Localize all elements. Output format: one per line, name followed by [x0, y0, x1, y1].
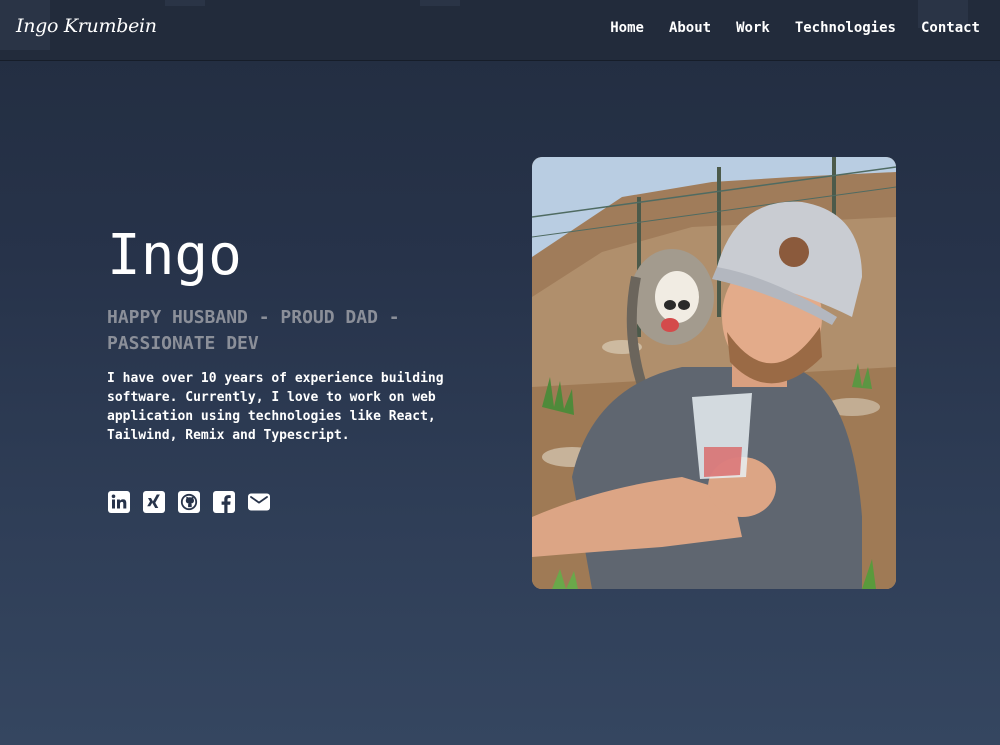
main-nav: Home About Work Technologies Contact — [610, 20, 980, 36]
header-decoration — [420, 0, 460, 6]
profile-photo — [532, 157, 896, 589]
mail-icon[interactable] — [247, 490, 271, 514]
hero-bio: I have over 10 years of experience build… — [107, 371, 444, 443]
social-links — [107, 490, 271, 514]
xing-icon[interactable] — [142, 490, 166, 514]
brand-logo[interactable]: Ingo Krumbein — [16, 15, 157, 37]
hero-tagline: HAPPY HUSBAND - PROUD DAD - PASSIONATE D… — [107, 307, 400, 354]
nav-work[interactable]: Work — [736, 20, 770, 36]
nav-about[interactable]: About — [669, 20, 711, 36]
site-header: Ingo Krumbein Home About Work Technologi… — [0, 0, 1000, 61]
header-decoration — [165, 0, 205, 6]
linkedin-icon[interactable] — [107, 490, 131, 514]
nav-technologies[interactable]: Technologies — [795, 20, 896, 36]
github-icon[interactable] — [177, 490, 201, 514]
nav-home[interactable]: Home — [610, 20, 644, 36]
nav-contact[interactable]: Contact — [921, 20, 980, 36]
hero-name: Ingo — [107, 223, 242, 288]
facebook-icon[interactable] — [212, 490, 236, 514]
